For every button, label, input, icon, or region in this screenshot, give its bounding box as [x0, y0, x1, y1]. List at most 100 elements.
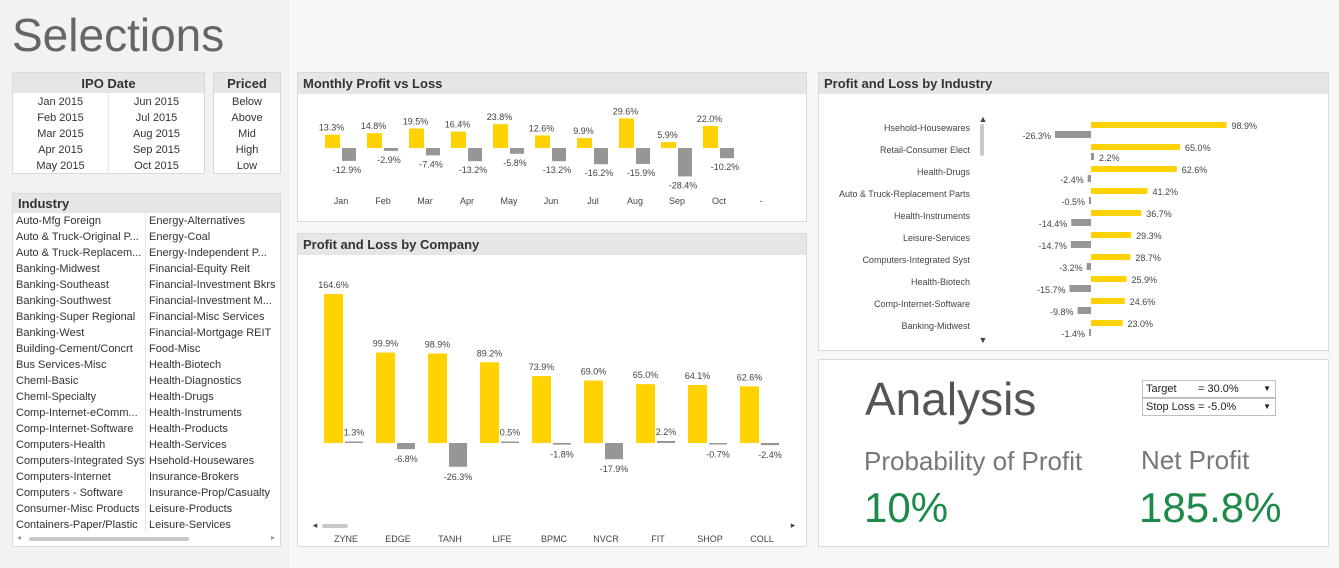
profit-bar — [451, 131, 466, 148]
profit-bar — [1091, 298, 1125, 304]
y-tick-label: Banking-Midwest — [901, 321, 970, 331]
ipo-date-item[interactable]: Oct 2015 — [109, 158, 204, 174]
industry-item[interactable]: Computers-Internet — [16, 469, 145, 485]
industry-item[interactable]: Financial-Misc Services — [149, 309, 279, 325]
industry-header: Industry — [13, 194, 280, 213]
loss-label: -15.7% — [1037, 285, 1066, 295]
priced-item[interactable]: Mid — [214, 126, 280, 142]
scroll-right-icon[interactable]: ▸ — [271, 533, 275, 542]
industry-item[interactable]: Consumer-Misc Products — [16, 501, 145, 517]
scrollbar-thumb — [322, 524, 348, 528]
scrollbar-thumb[interactable] — [29, 537, 189, 541]
loss-label: 1.3% — [344, 428, 365, 438]
x-tick-label: SHOP — [697, 534, 723, 544]
profit-bar — [376, 352, 395, 443]
industry-item[interactable]: Health-Drugs — [149, 389, 279, 405]
loss-bar — [1087, 175, 1091, 182]
loss-label: -17.9% — [600, 464, 629, 474]
profit-bar — [619, 118, 634, 148]
loss-bar — [552, 148, 566, 162]
industry-item[interactable]: Auto & Truck-Replacem... — [16, 245, 145, 261]
ipo-date-item[interactable]: Feb 2015 — [13, 110, 108, 126]
chevron-down-icon[interactable]: ▼ — [1263, 399, 1271, 415]
industry-item[interactable]: Bus Services-Misc — [16, 357, 145, 373]
x-tick-label: Apr — [460, 196, 474, 206]
loss-label: -14.7% — [1038, 241, 1067, 251]
industry-item[interactable]: Energy-Alternatives — [149, 213, 279, 229]
x-tick-label: Feb — [375, 196, 391, 206]
ipo-date-item[interactable]: May 2015 — [13, 158, 108, 174]
ipo-date-item[interactable]: Jun 2015 — [109, 94, 204, 110]
ipo-date-item[interactable]: Sep 2015 — [109, 142, 204, 158]
x-tick-label: Mar — [417, 196, 433, 206]
x-tick-label: LIFE — [492, 534, 511, 544]
industry-item[interactable]: Food-Misc — [149, 341, 279, 357]
industry-item[interactable]: Banking-Southeast — [16, 277, 145, 293]
industry-item[interactable]: Financial-Investment M... — [149, 293, 279, 309]
profit-label: 69.0% — [581, 367, 607, 377]
industry-item[interactable]: Insurance-Brokers — [149, 469, 279, 485]
ipo-date-item[interactable]: Aug 2015 — [109, 126, 204, 142]
industry-item[interactable]: Computers - Software — [16, 485, 145, 501]
industry-item[interactable]: Leisure-Services — [149, 517, 279, 533]
industry-item[interactable]: Banking-Midwest — [16, 261, 145, 277]
ipo-date-item[interactable]: Jul 2015 — [109, 110, 204, 126]
industry-item[interactable]: Energy-Coal — [149, 229, 279, 245]
industry-item[interactable]: Auto & Truck-Original P... — [16, 229, 145, 245]
loss-label: 0.5% — [500, 428, 521, 438]
loss-bar — [384, 148, 398, 151]
industry-item[interactable]: Banking-Southwest — [16, 293, 145, 309]
industry-chart: Hsehold-Housewares 98.9% -26.3% Retail-Cons… — [839, 114, 1257, 345]
chevron-down-icon[interactable]: ▼ — [1263, 381, 1271, 397]
industry-item[interactable]: Computers-Integrated Syst — [16, 453, 145, 469]
industry-item[interactable]: Energy-Independent P... — [149, 245, 279, 261]
profit-label: 98.9% — [1231, 121, 1257, 131]
industry-item[interactable]: Cheml-Specialty — [16, 389, 145, 405]
industry-item[interactable]: Health-Products — [149, 421, 279, 437]
priced-item[interactable]: High — [214, 142, 280, 158]
ipo-date-item[interactable]: Mar 2015 — [13, 126, 108, 142]
industry-item[interactable]: Financial-Investment Bkrs — [149, 277, 279, 293]
loss-bar — [678, 148, 692, 177]
industry-item[interactable]: Health-Services — [149, 437, 279, 453]
loss-label: -5.8% — [503, 158, 527, 168]
industry-item[interactable]: Auto-Mfg Foreign — [16, 213, 145, 229]
industry-item[interactable]: Banking-West — [16, 325, 145, 341]
industry-item[interactable]: Computers-Health — [16, 437, 145, 453]
target-dropdown[interactable]: Target = 30.0% ▼ — [1142, 380, 1276, 398]
loss-label: -16.2% — [585, 168, 614, 178]
profit-bar — [1091, 276, 1127, 282]
industry-item[interactable]: Banking-Super Regional — [16, 309, 145, 325]
industry-item[interactable]: Cheml-Basic — [16, 373, 145, 389]
profit-bar — [1091, 232, 1132, 238]
ipo-date-item[interactable]: Jan 2015 — [13, 94, 108, 110]
profit-label: 25.9% — [1131, 275, 1157, 285]
horizontal-scrollbar[interactable]: ◂ ▸ — [17, 533, 275, 543]
ipo-date-item[interactable]: Apr 2015 — [13, 142, 108, 158]
industry-item[interactable]: Health-Diagnostics — [149, 373, 279, 389]
industry-item[interactable]: Comp-Internet-eComm... — [16, 405, 145, 421]
industry-item[interactable]: Health-Biotech — [149, 357, 279, 373]
industry-item[interactable]: Hsehold-Housewares — [149, 453, 279, 469]
priced-item[interactable]: Below — [214, 94, 280, 110]
industry-item[interactable]: Comp-Internet-Software — [16, 421, 145, 437]
profit-label: 29.3% — [1136, 231, 1162, 241]
loss-bar — [1070, 241, 1091, 248]
profit-label: 89.2% — [477, 348, 503, 358]
stoploss-dropdown[interactable]: Stop Loss = -5.0% ▼ — [1142, 398, 1276, 416]
industry-item[interactable]: Building-Cement/Concrt — [16, 341, 145, 357]
priced-item[interactable]: Above — [214, 110, 280, 126]
scroll-left-icon: ◂ — [313, 520, 318, 530]
loss-bar — [426, 148, 440, 156]
y-tick-label: Health-Drugs — [917, 167, 971, 177]
industry-item[interactable]: Leisure-Products — [149, 501, 279, 517]
industry-item[interactable]: Insurance-Prop/Casualty — [149, 485, 279, 501]
ipo-date-slicer: IPO Date Jan 2015 Feb 2015 Mar 2015 Apr 201… — [12, 72, 205, 174]
priced-item[interactable]: Low — [214, 158, 280, 174]
industry-item[interactable]: Financial-Mortgage REIT — [149, 325, 279, 341]
profit-label: 19.5% — [403, 117, 429, 127]
industry-item[interactable]: Financial-Equity Reit — [149, 261, 279, 277]
industry-item[interactable]: Containers-Paper/Plastic — [16, 517, 145, 533]
scroll-left-icon[interactable]: ◂ — [17, 533, 21, 542]
industry-item[interactable]: Health-Instruments — [149, 405, 279, 421]
